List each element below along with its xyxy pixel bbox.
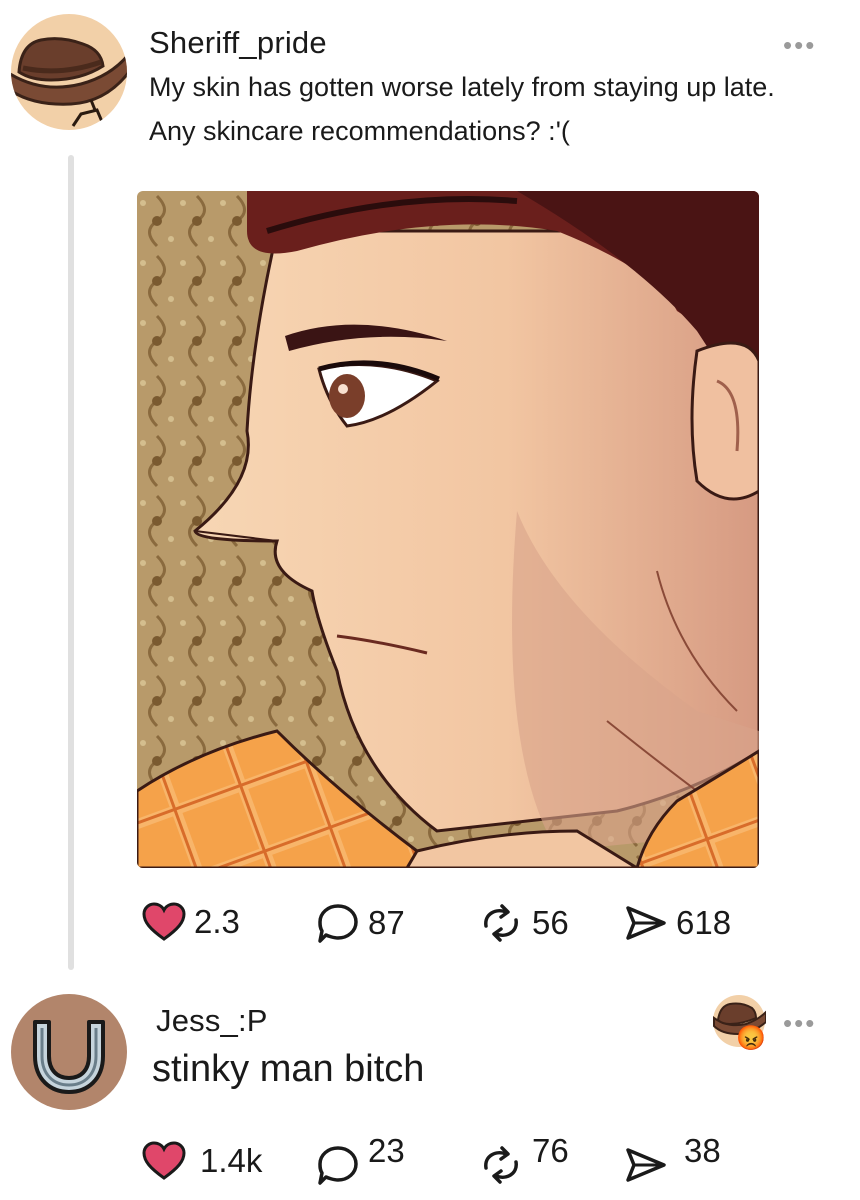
thread-connector-line: [68, 155, 74, 970]
repost-count: 56: [532, 904, 569, 941]
repost-arrows-icon: [484, 1146, 518, 1184]
cowboy-hat-avatar-icon: [11, 14, 127, 130]
send-icon: [626, 1148, 666, 1182]
reply-like-count: 1.4k: [200, 1142, 263, 1179]
angry-face-icon: 😡: [736, 1025, 766, 1052]
speech-bubble-icon: [318, 904, 358, 943]
reply-like-button[interactable]: 1.4k: [142, 1141, 262, 1181]
reply-share-count: 38: [684, 1132, 721, 1169]
author-reaction[interactable]: 😡: [712, 994, 767, 1052]
heart-icon: [142, 1141, 186, 1180]
reply-repost-button[interactable]: 76: [478, 1130, 569, 1186]
reply-comment-count: 23: [368, 1132, 405, 1169]
reply-author-avatar[interactable]: [11, 994, 127, 1110]
reply-text: stinky man bitch: [152, 1048, 425, 1090]
author-avatar[interactable]: [11, 14, 127, 130]
send-icon: [626, 906, 666, 940]
more-options-icon[interactable]: •••: [783, 30, 816, 61]
share-button[interactable]: 618: [624, 902, 731, 944]
reply-more-options-icon[interactable]: •••: [783, 1008, 816, 1039]
portrait-illustration: [137, 191, 759, 868]
reply-comment-button[interactable]: 23: [316, 1130, 405, 1186]
heart-icon: [142, 902, 186, 941]
comment-button[interactable]: 87: [316, 902, 405, 944]
like-button[interactable]: 2.3: [142, 902, 240, 942]
reply-username[interactable]: Jess_:P: [156, 1003, 268, 1039]
reply-share-button[interactable]: 38: [624, 1130, 721, 1186]
reply-repost-count: 76: [532, 1132, 569, 1169]
post-text-line-2: Any skincare recommendations? :'(: [149, 116, 570, 146]
repost-button[interactable]: 56: [478, 902, 569, 944]
speech-bubble-icon: [318, 1146, 358, 1185]
post-text-line-1: My skin has gotten worse lately from sta…: [149, 72, 775, 102]
share-count: 618: [676, 904, 732, 941]
author-username[interactable]: Sheriff_pride: [149, 25, 327, 61]
repost-arrows-icon: [484, 904, 518, 942]
like-count: 2.3: [194, 903, 240, 940]
comment-count: 87: [368, 904, 405, 941]
post-image[interactable]: [137, 191, 759, 868]
horseshoe-avatar-icon: [11, 994, 127, 1110]
